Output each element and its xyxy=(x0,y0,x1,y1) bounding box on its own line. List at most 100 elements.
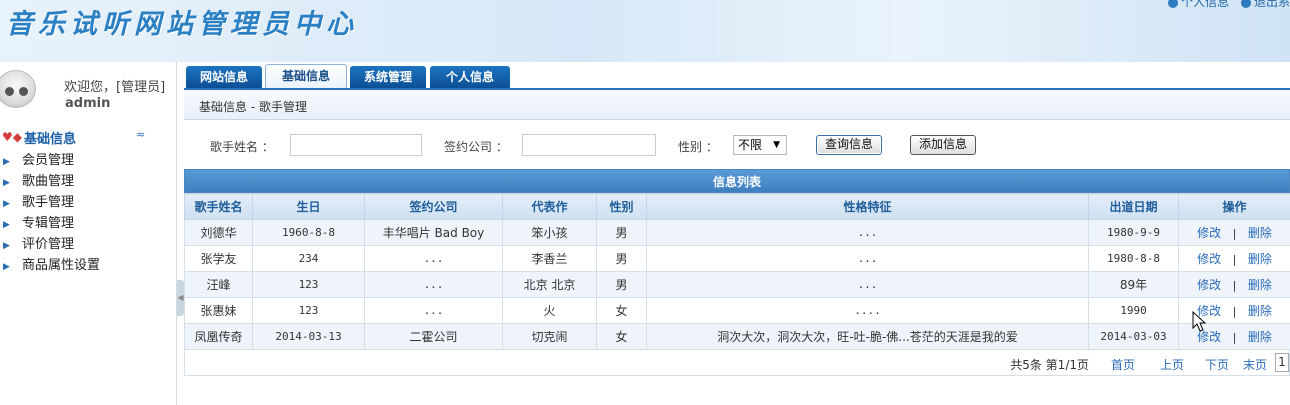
tab-basic-info[interactable]: 基础信息 xyxy=(265,64,347,89)
collapse-icon[interactable]: ≈ xyxy=(136,128,145,141)
query-button[interactable]: 查询信息 xyxy=(816,135,883,155)
table-cell: 女 xyxy=(596,323,647,350)
singer-name-input[interactable] xyxy=(290,134,422,156)
column-header[interactable]: 性格特征 xyxy=(646,193,1089,220)
delete-link[interactable]: 删除 xyxy=(1248,304,1272,318)
column-header[interactable]: 代表作 xyxy=(502,193,597,220)
profile-icon xyxy=(1168,0,1179,8)
collapse-sidebar-handle[interactable]: ◀ xyxy=(177,280,184,316)
prev-page-link[interactable]: 上页 xyxy=(1160,356,1184,373)
tab-site-info[interactable]: 网站信息 xyxy=(186,66,262,88)
sidebar-item-singers[interactable]: ▶ 歌手管理 xyxy=(0,192,100,213)
sidebar-section-header[interactable]: ♥◆ 基础信息 ≈ xyxy=(0,126,174,148)
column-header[interactable]: 歌手姓名 xyxy=(184,193,253,220)
column-header[interactable]: 性别 xyxy=(596,193,647,220)
action-separator: | xyxy=(1231,331,1238,344)
sidebar-item-reviews[interactable]: ▶ 评价管理 xyxy=(0,234,100,255)
table-cell: 洞次大次，洞次大次，旺-吐-脆-佛...苍茫的天涯是我的爱 xyxy=(646,323,1089,350)
breadcrumb: 基础信息 - 歌手管理 xyxy=(199,100,307,114)
arrow-right-icon: ▶ xyxy=(3,178,10,188)
sidebar-item-albums[interactable]: ▶ 专辑管理 xyxy=(0,213,100,234)
sidebar-menu: ▶ 会员管理 ▶ 歌曲管理 ▶ 歌手管理 ▶ 专辑管理 ▶ 评价管理 ▶ 商品属性设置 xyxy=(0,150,100,276)
first-page-link[interactable]: 首页 xyxy=(1111,356,1135,373)
panel-splitter[interactable] xyxy=(176,62,177,405)
edit-link[interactable]: 修改 xyxy=(1197,252,1221,266)
edit-link[interactable]: 修改 xyxy=(1197,226,1221,240)
column-header[interactable]: 生日 xyxy=(252,193,365,220)
sidebar-item-label: 歌曲管理 xyxy=(22,174,75,189)
sidebar-item-label: 商品属性设置 xyxy=(22,258,101,273)
table-row: 刘德华 1960-8-8 丰华唱片 Bad Boy 笨小孩男... 1980-9-9 修改… xyxy=(184,219,1290,246)
table-cell: .... xyxy=(646,297,1089,324)
table-cell: 凤凰传奇 xyxy=(184,323,253,350)
sidebar-item-members[interactable]: ▶ 会员管理 xyxy=(0,150,100,171)
page-number-input[interactable]: 1 xyxy=(1275,353,1289,372)
user-box: 欢迎您，[管理员] admin xyxy=(0,62,174,112)
sidebar-item-attributes[interactable]: ▶ 商品属性设置 xyxy=(0,255,100,276)
sidebar-item-songs[interactable]: ▶ 歌曲管理 xyxy=(0,171,100,192)
action-separator: | xyxy=(1231,305,1238,318)
arrow-right-icon: ▶ xyxy=(3,241,10,251)
delete-link[interactable]: 删除 xyxy=(1248,330,1272,344)
table-cell: 1980-9-9 xyxy=(1088,219,1179,246)
table-cell: 二霍公司 xyxy=(364,323,503,350)
table-cell: 张惠妹 xyxy=(184,297,253,324)
data-grid: 信息列表 歌手姓名 生日 签约公司 代表作 性别 性格特征 出道日期 操作 刘德… xyxy=(184,169,1290,376)
logout-icon xyxy=(1240,0,1251,8)
avatar-eye-icon xyxy=(19,87,28,96)
table-cell: 刘德华 xyxy=(184,219,253,246)
arrow-right-icon: ▶ xyxy=(3,262,10,272)
sidebar-item-label: 会员管理 xyxy=(22,153,75,168)
delete-link[interactable]: 删除 xyxy=(1248,252,1272,266)
table-cell: 切克闹 xyxy=(502,323,597,350)
action-separator: | xyxy=(1231,227,1238,240)
tab-personal[interactable]: 个人信息 xyxy=(430,66,510,88)
chevron-down-icon: ▼ xyxy=(773,140,780,150)
column-header[interactable]: 操作 xyxy=(1178,193,1290,220)
table-header-row: 歌手姓名 生日 签约公司 代表作 性别 性格特征 出道日期 操作 xyxy=(184,193,1290,220)
add-button[interactable]: 添加信息 xyxy=(910,135,977,155)
table-row: 凤凰传奇 2014-03-13 二霍公司 切克闹女洞次大次，洞次大次，旺-吐-脆-佛.… xyxy=(184,323,1290,350)
gender-label: 性别 ： xyxy=(678,140,718,154)
row-actions: 修改 | 删除 xyxy=(1178,245,1290,272)
last-page-link[interactable]: 末页 xyxy=(1243,356,1267,373)
table-cell: ... xyxy=(364,271,503,298)
gender-select-value: 不限 xyxy=(738,138,763,152)
delete-link[interactable]: 删除 xyxy=(1248,226,1272,240)
heart-icon: ♥◆ xyxy=(2,130,22,144)
table-cell: 2014-03-13 xyxy=(252,323,365,350)
header-banner: 音乐试听网站管理员中心 个人信息 退出系 xyxy=(0,0,1290,62)
grid-title: 信息列表 xyxy=(184,169,1290,193)
main-content: 网站信息 基础信息 系统管理 个人信息 基础信息 - 歌手管理 歌手姓名 ： 签… xyxy=(184,62,1290,405)
tab-system[interactable]: 系统管理 xyxy=(350,66,426,88)
table-cell: 1980-8-8 xyxy=(1088,245,1179,272)
pager: 共5条 第1/1页 首页 上页 下页 末页 1 xyxy=(184,350,1290,376)
avatar-eye-icon xyxy=(5,87,14,96)
table-row: 张学友 234... 李香兰男... 1980-8-8 修改 | 删除 xyxy=(184,245,1290,272)
table-cell: 男 xyxy=(596,271,647,298)
site-title: 音乐试听网站管理员中心 xyxy=(6,9,358,40)
search-bar: 歌手姓名 ： 签约公司 ： 性别 ： 不限 ▼ 查询信息 添加信息 xyxy=(184,128,1290,162)
singer-table: 歌手姓名 生日 签约公司 代表作 性别 性格特征 出道日期 操作 刘德华 1960… xyxy=(184,193,1290,350)
company-input[interactable] xyxy=(522,134,656,156)
username: admin xyxy=(65,96,111,111)
edit-link[interactable]: 修改 xyxy=(1197,278,1221,292)
table-cell: 123 xyxy=(252,297,365,324)
next-page-link[interactable]: 下页 xyxy=(1205,356,1229,373)
left-panel: 欢迎您，[管理员] admin ♥◆ 基础信息 ≈ ▶ 会员管理 ▶ 歌曲管理 ▶ 歌… xyxy=(0,62,178,405)
gender-select[interactable]: 不限 ▼ xyxy=(733,135,787,155)
arrow-right-icon: ▶ xyxy=(3,220,10,230)
avatar xyxy=(0,70,36,108)
delete-link[interactable]: 删除 xyxy=(1248,278,1272,292)
table-cell: ... xyxy=(364,297,503,324)
table-cell: ... xyxy=(364,245,503,272)
column-header[interactable]: 签约公司 xyxy=(364,193,503,220)
table-cell: 1960-8-8 xyxy=(252,219,365,246)
sidebar-item-label: 专辑管理 xyxy=(22,216,75,231)
sidebar-item-label: 歌手管理 xyxy=(22,195,75,210)
column-header[interactable]: 出道日期 xyxy=(1088,193,1179,220)
table-cell: 丰华唱片 Bad Boy xyxy=(364,219,503,246)
profile-link[interactable]: 个人信息 xyxy=(1181,0,1229,9)
table-cell: 张学友 xyxy=(184,245,253,272)
logout-link[interactable]: 退出系 xyxy=(1254,0,1290,9)
